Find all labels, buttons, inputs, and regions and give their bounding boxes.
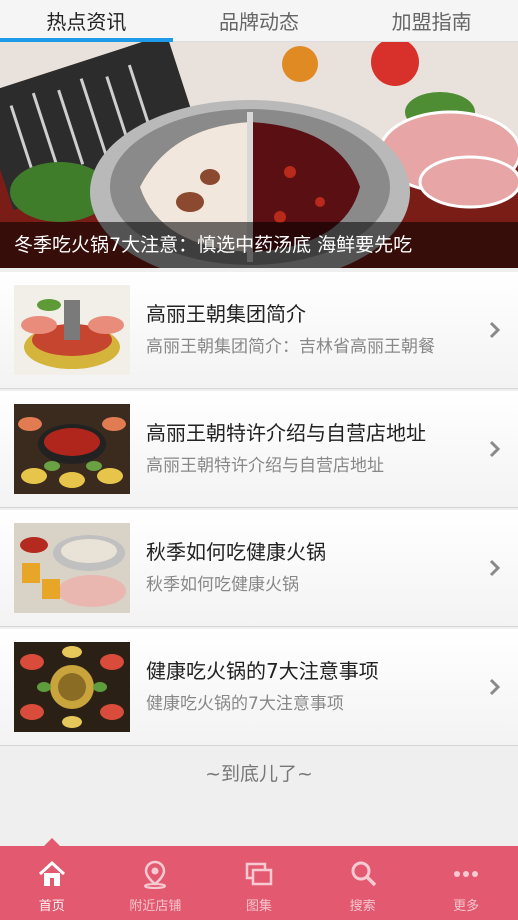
nav-label: 搜索 — [349, 899, 376, 914]
news-description: 秋季如何吃健康火锅 — [146, 575, 299, 595]
location-pin-icon — [144, 860, 167, 889]
nav-nearby-stores[interactable]: 附近店铺 — [104, 846, 208, 920]
more-dots-icon — [454, 871, 479, 877]
banner-caption: 冬季吃火锅7大注意：慎选中药汤底 海鲜要先吃 — [0, 222, 518, 268]
news-title: 秋季如何吃健康火锅 — [146, 540, 326, 564]
news-thumbnail — [14, 404, 130, 494]
nav-label: 附近店铺 — [129, 899, 182, 914]
list-item[interactable]: 高丽王朝集团简介 高丽王朝集团简介：吉林省高丽王朝餐 — [0, 272, 518, 389]
home-icon — [38, 860, 65, 886]
news-title: 高丽王朝集团简介 — [146, 302, 306, 326]
nav-label: 图集 — [245, 899, 272, 914]
news-list: 高丽王朝集团简介 高丽王朝集团简介：吉林省高丽王朝餐 高丽王朝特许介绍与自营店地… — [0, 272, 518, 748]
chevron-right-icon — [489, 321, 501, 339]
nav-more[interactable]: 更多 — [414, 846, 518, 920]
list-item[interactable]: 秋季如何吃健康火锅 秋季如何吃健康火锅 — [0, 510, 518, 627]
tab-franchise-guide[interactable]: 加盟指南 — [345, 0, 518, 41]
nav-gallery[interactable]: 图集 — [207, 846, 311, 920]
gallery-icon — [245, 862, 273, 886]
news-description: 健康吃火锅的7大注意事项 — [146, 694, 344, 714]
end-of-list-text: ~到底儿了~ — [205, 763, 313, 785]
list-item[interactable]: 健康吃火锅的7大注意事项 健康吃火锅的7大注意事项 — [0, 629, 518, 746]
news-thumbnail — [14, 523, 130, 613]
search-icon — [351, 861, 376, 887]
top-tab-bar: 热点资讯 品牌动态 加盟指南 — [0, 0, 518, 42]
nav-home[interactable]: 首页 — [0, 838, 104, 920]
news-title: 高丽王朝特许介绍与自营店地址 — [146, 421, 426, 445]
news-description: 高丽王朝集团简介：吉林省高丽王朝餐 — [146, 337, 435, 357]
chevron-right-icon — [489, 559, 501, 577]
nav-label: 更多 — [453, 899, 480, 914]
news-title: 健康吃火锅的7大注意事项 — [146, 659, 379, 683]
chevron-right-icon — [489, 678, 501, 696]
nav-label: 首页 — [38, 899, 65, 914]
news-description: 高丽王朝特许介绍与自营店地址 — [146, 456, 384, 476]
tab-brand-news[interactable]: 品牌动态 — [173, 0, 346, 41]
chevron-right-icon — [489, 440, 501, 458]
news-thumbnail — [14, 285, 130, 375]
tab-hot-news[interactable]: 热点资讯 — [0, 0, 173, 42]
bottom-nav: 首页 附近店铺 图集 搜索 更多 — [0, 838, 518, 920]
featured-banner[interactable]: 冬季吃火锅7大注意：慎选中药汤底 海鲜要先吃 — [0, 42, 518, 268]
list-item[interactable]: 高丽王朝特许介绍与自营店地址 高丽王朝特许介绍与自营店地址 — [0, 391, 518, 508]
news-thumbnail — [14, 642, 130, 732]
nav-search[interactable]: 搜索 — [311, 846, 415, 920]
